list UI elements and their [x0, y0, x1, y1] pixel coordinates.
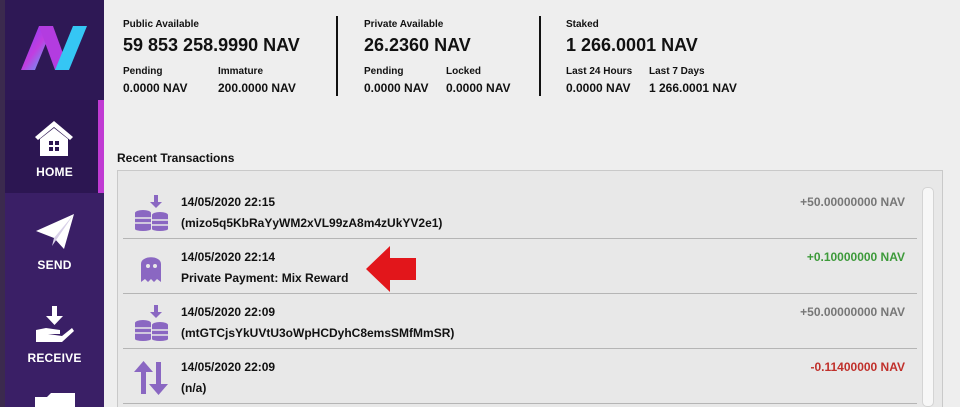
transaction-row[interactable]: 14/05/2020 22:09 (mtGTCjsYkUVtU3oWpHCDyh… — [123, 294, 917, 349]
private-pending-value: 0.0000 NAV — [364, 81, 429, 95]
public-pending-value: 0.0000 NAV — [123, 81, 188, 95]
public-available-value: 59 853 258.9990 NAV — [123, 35, 300, 55]
sidebar-item-send[interactable]: SEND — [5, 193, 104, 286]
private-locked-label: Locked — [446, 66, 482, 77]
transactions-scrollbar[interactable] — [922, 187, 934, 407]
private-locked-value: 0.0000 NAV — [446, 81, 511, 95]
ghost-icon — [141, 257, 161, 282]
folder-icon[interactable] — [33, 393, 77, 407]
balance-divider — [539, 16, 541, 96]
receive-icon — [36, 306, 74, 342]
stake-coins-icon — [135, 305, 168, 341]
sidebar-item-label: HOME — [36, 165, 73, 179]
home-icon — [35, 121, 73, 156]
public-available-label: Public Available — [123, 19, 199, 30]
transfer-arrows-icon — [134, 361, 168, 395]
sidebar-item-label: SEND — [37, 258, 72, 272]
private-pending-label: Pending — [364, 66, 404, 77]
annotation-arrow-icon — [366, 246, 416, 292]
transaction-row[interactable]: 14/05/2020 22:15 (mizo5q5KbRaYyWM2xVL99z… — [123, 184, 917, 239]
transaction-description: Private Payment: Mix Reward — [181, 271, 349, 285]
private-available-value: 26.2360 NAV — [364, 35, 471, 55]
staked-last7-label: Last 7 Days — [649, 66, 705, 77]
transaction-description: (n/a) — [181, 381, 207, 395]
stake-coins-icon — [135, 195, 168, 231]
staked-value: 1 266.0001 NAV — [566, 35, 698, 55]
private-available-label: Private Available — [364, 19, 444, 30]
sidebar-item-label: RECEIVE — [27, 351, 82, 365]
transaction-amount: +0.10000000 NAV — [806, 250, 905, 264]
transaction-date: 14/05/2020 22:09 — [181, 305, 276, 319]
recent-transactions-title: Recent Transactions — [117, 151, 235, 165]
transaction-date: 14/05/2020 22:14 — [181, 250, 276, 264]
send-icon — [36, 214, 74, 249]
transaction-date: 14/05/2020 22:09 — [181, 360, 276, 374]
sidebar: HOME SEND RECEIVE — [5, 0, 104, 407]
transaction-amount: +50.00000000 NAV — [800, 195, 905, 209]
public-immature-label: Immature — [218, 66, 264, 77]
navcoin-logo — [5, 0, 104, 100]
sidebar-item-receive[interactable]: RECEIVE — [5, 286, 104, 379]
transaction-row[interactable]: 14/05/2020 22:14 Private Payment: Mix Re… — [123, 239, 917, 294]
transaction-amount: -0.11400000 NAV — [810, 360, 905, 374]
staked-last24-value: 0.0000 NAV — [566, 81, 631, 95]
transaction-description: (mtGTCjsYkUVtU3oWpHCDyhC8emsSMfMmSR) — [181, 326, 455, 340]
navcoin-logo-icon — [21, 26, 87, 70]
transaction-amount: +50.00000000 NAV — [800, 305, 905, 319]
transaction-date: 14/05/2020 22:15 — [181, 195, 276, 209]
transaction-description: (mizo5q5KbRaYyWM2xVL99zA8m4zUkYV2e1) — [181, 216, 443, 230]
sidebar-item-home[interactable]: HOME — [5, 100, 104, 193]
public-immature-value: 200.0000 NAV — [218, 81, 296, 95]
staked-label: Staked — [566, 19, 599, 30]
staked-last24-label: Last 24 Hours — [566, 66, 633, 77]
balance-divider — [336, 16, 338, 96]
public-pending-label: Pending — [123, 66, 163, 77]
staked-last7-value: 1 266.0001 NAV — [649, 81, 737, 95]
transaction-row[interactable]: 14/05/2020 22:09 (n/a) -0.11400000 NAV — [123, 349, 917, 404]
